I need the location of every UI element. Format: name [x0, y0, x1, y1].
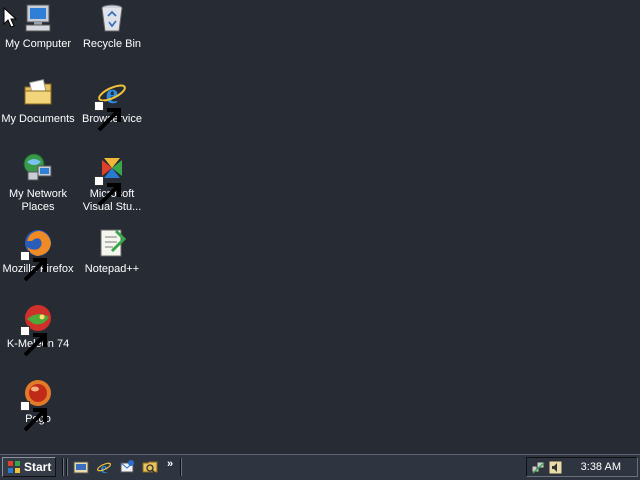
taskbar-separator	[62, 458, 64, 476]
volume-tray-icon[interactable]	[548, 460, 563, 475]
recycle-bin-icon	[96, 2, 128, 34]
taskbar: Start e » 3:38 AM	[0, 454, 640, 480]
k-meleon-icon	[20, 302, 54, 357]
quick-launch-windows-explorer[interactable]	[142, 459, 158, 475]
quick-launch-more-chevron[interactable]: »	[167, 458, 173, 470]
quick-launch-internet-explorer[interactable]: e	[96, 459, 112, 475]
pego-icon	[20, 377, 54, 432]
start-button[interactable]: Start	[2, 457, 56, 477]
desktop-icon-recycle-bin[interactable]: Recycle Bin	[74, 2, 150, 51]
start-label: Start	[24, 460, 52, 474]
desktop-icon-k-meleon[interactable]: K-Meleon 74	[0, 302, 76, 357]
internet-explorer-icon: e	[94, 77, 128, 132]
desktop-icon-notepad-plus-plus[interactable]: Notepad++	[74, 227, 150, 276]
desktop-icon-visual-studio[interactable]: Microsoft Visual Stu...	[74, 152, 150, 214]
my-computer-icon	[22, 2, 54, 34]
visual-studio-icon	[94, 152, 128, 207]
quick-launch-show-desktop[interactable]	[73, 459, 89, 475]
shortcut-arrow-icon	[20, 251, 47, 282]
outlook-express-icon	[120, 460, 134, 473]
taskbar-separator	[180, 458, 182, 476]
network-places-icon	[22, 152, 54, 184]
internet-explorer-icon: e	[96, 461, 112, 475]
desktop: My Computer My Documents My Network Plac…	[0, 0, 640, 454]
network-tray-icon[interactable]	[531, 460, 546, 475]
clock[interactable]: 3:38 AM	[581, 461, 621, 473]
quick-launch-outlook-express[interactable]	[119, 459, 135, 475]
show-desktop-icon	[73, 461, 89, 474]
my-documents-icon	[22, 77, 54, 109]
shortcut-arrow-icon	[94, 101, 121, 132]
desktop-icon-mozilla-firefox[interactable]: Mozilla Firefox	[0, 227, 76, 282]
notepad-plus-plus-icon	[96, 227, 128, 259]
desktop-icon-my-documents[interactable]: My Documents	[0, 77, 76, 126]
system-tray: 3:38 AM	[526, 457, 638, 477]
desktop-icon-my-network-places[interactable]: My Network Places	[0, 152, 76, 214]
mouse-pointer-icon	[3, 7, 17, 28]
windows-logo-icon	[8, 461, 20, 473]
desktop-icon-browservice[interactable]: e Browservice	[74, 77, 150, 132]
windows-explorer-icon	[142, 461, 158, 474]
shortcut-arrow-icon	[94, 176, 121, 207]
shortcut-arrow-icon	[20, 326, 47, 357]
taskbar-separator	[66, 458, 68, 476]
desktop-icon-pego[interactable]: Pego	[0, 377, 76, 432]
firefox-icon	[20, 227, 54, 282]
shortcut-arrow-icon	[20, 401, 47, 432]
